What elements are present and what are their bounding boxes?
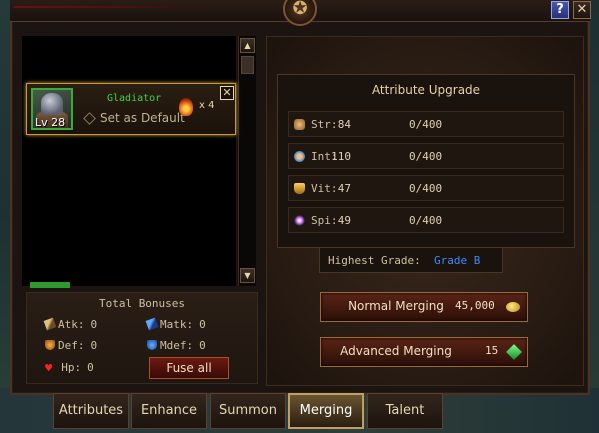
spark-icon	[294, 215, 305, 226]
def-stat: Def: 0	[45, 339, 97, 352]
spi-row: Spi: 49 0/400	[288, 207, 564, 233]
matk-label: Matk:	[160, 318, 194, 331]
highest-grade-label: Highest Grade:	[328, 254, 421, 267]
total-bonuses-panel: Total Bonuses Atk: 0 Matk: 0 Def: 0 Mdef: 0 …	[26, 292, 258, 384]
fuse-all-button[interactable]: Fuse all	[149, 357, 229, 379]
mdef-label: Mdef:	[160, 339, 194, 352]
hero-list[interactable]	[22, 36, 236, 286]
spi-progress: 0/400	[409, 214, 443, 227]
fire-crystal-icon	[179, 98, 193, 116]
atk-value: 0	[90, 318, 98, 331]
vit-progress: 0/400	[409, 182, 443, 195]
atk-stat: Atk: 0	[43, 317, 98, 331]
hp-stat: ♥ Hp: 0	[45, 361, 94, 375]
scroll-thumb[interactable]	[241, 56, 254, 74]
brain-icon	[294, 151, 305, 162]
material-count: x 4	[199, 100, 215, 111]
hp-value: 0	[87, 361, 94, 374]
scroll-down-icon[interactable]: ▼	[240, 268, 255, 283]
vit-value: 47	[337, 182, 351, 195]
hero-card[interactable]: Lv 28 Gladiator Set as Default x 4 ✕	[26, 83, 236, 135]
hero-portrait: Lv 28	[31, 88, 73, 130]
spi-label: Spi:	[311, 214, 338, 227]
attribute-upgrade-title: Attribute Upgrade	[371, 83, 481, 97]
set-default-button[interactable]: Set as Default	[100, 111, 185, 125]
tab-merging[interactable]: Merging	[288, 393, 364, 429]
vit-label: Vit:	[311, 182, 338, 195]
help-button[interactable]: ?	[551, 1, 569, 19]
def-value: 0	[90, 339, 98, 352]
hp-label: Hp:	[61, 361, 82, 374]
hero-class-name: Gladiator	[107, 93, 162, 104]
int-progress: 0/400	[409, 150, 443, 163]
default-diamond-icon[interactable]	[83, 112, 96, 125]
magic-wand-icon	[145, 317, 159, 331]
scroll-up-icon[interactable]: ▲	[240, 38, 255, 53]
close-button[interactable]: ✕	[573, 1, 591, 19]
matk-value: 0	[199, 318, 206, 331]
advanced-merging-label: Advanced Merging	[340, 344, 452, 358]
magic-shield-icon	[147, 340, 157, 350]
trophy-icon	[294, 183, 305, 194]
str-label: Str:	[311, 118, 338, 131]
portrait-helmet	[41, 93, 63, 115]
mdef-stat: Mdef: 0	[147, 339, 206, 352]
tab-summon[interactable]: Summon	[210, 393, 286, 429]
hero-level: Lv 28	[35, 116, 66, 129]
tab-talent[interactable]: Talent	[367, 393, 443, 429]
sword-icon	[43, 317, 57, 331]
normal-merging-button[interactable]: Normal Merging 45,000	[320, 292, 528, 322]
atk-label: Atk:	[58, 318, 85, 331]
mdef-value: 0	[199, 339, 206, 352]
fist-icon	[294, 119, 305, 130]
gold-coin-icon	[506, 302, 520, 312]
shield-icon	[45, 340, 55, 350]
int-value: 110	[331, 150, 351, 163]
matk-stat: Matk: 0	[145, 317, 206, 331]
heart-icon: ♥	[45, 361, 53, 375]
def-label: Def:	[58, 339, 85, 352]
vit-row: Vit: 47 0/400	[288, 175, 564, 201]
str-value: 84	[337, 118, 351, 131]
attribute-upgrade-panel: Attribute Upgrade Str: 84 0/400 Int: 110…	[277, 74, 575, 248]
highest-grade-value: Grade B	[434, 254, 481, 267]
highest-grade-box: Highest Grade: Grade B	[319, 247, 503, 273]
card-close-button[interactable]: ✕	[220, 86, 234, 100]
gem-icon	[506, 344, 522, 360]
list-scrollbar[interactable]: ▲ ▼	[238, 36, 256, 286]
tab-attributes[interactable]: Attributes	[53, 393, 129, 429]
normal-merging-label: Normal Merging	[348, 299, 444, 313]
total-bonuses-title: Total Bonuses	[98, 297, 186, 310]
advanced-merging-button[interactable]: Advanced Merging 15	[320, 337, 528, 367]
str-progress: 0/400	[409, 118, 443, 131]
int-row: Int: 110 0/400	[288, 143, 564, 169]
spi-value: 49	[337, 214, 351, 227]
advanced-merging-cost: 15	[485, 344, 499, 357]
next-hero-card-edge[interactable]	[30, 282, 70, 288]
tab-enhance[interactable]: Enhance	[131, 393, 207, 429]
normal-merging-cost: 45,000	[455, 299, 495, 312]
str-row: Str: 84 0/400	[288, 111, 564, 137]
